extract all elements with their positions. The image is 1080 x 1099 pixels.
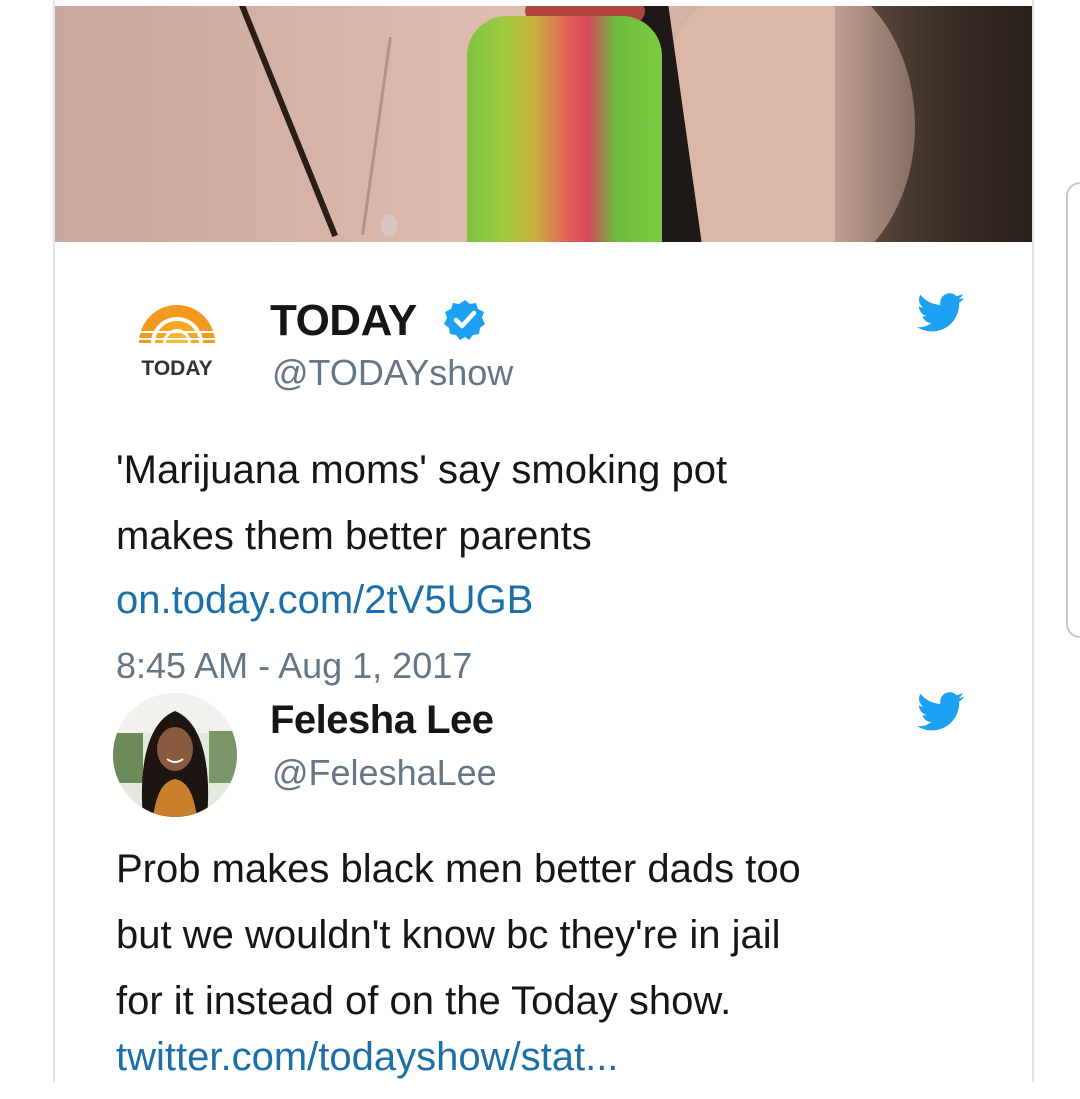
verified-badge-icon [444,300,485,340]
screenshot-page: TODAY TODAY @TODAYshow 'Marijuana moms' … [0,0,1080,1099]
photo-rainbow-bong [467,16,662,242]
tweet-link[interactable]: twitter.com/todayshow/stat... [116,1035,618,1080]
tweet-author-name[interactable]: TODAY [270,296,417,346]
photo-pendant [381,214,397,236]
tweet-text-line: makes them better parents [116,514,592,558]
tweet-body: Prob makes black men better dads too but… [116,836,996,1034]
today-rainbow-icon [139,305,215,343]
tweet-text-line: for it instead of on the Today show. [116,979,732,1023]
tweet-body: 'Marijuana moms' say smoking pot makes t… [116,437,996,569]
tweet-timestamp[interactable]: 8:45 AM - Aug 1, 2017 [116,645,472,687]
tweet-text-line: Prob makes black men better dads too [116,847,801,891]
today-logo-avatar[interactable]: TODAY [122,295,232,385]
photo-necklace-cord [235,6,338,238]
photo-necklace-chain [361,36,392,236]
card-border-right [1032,0,1034,1082]
twitter-bird-icon[interactable] [917,293,965,333]
tweet-author-handle[interactable]: @FeleshaLee [272,752,497,794]
twitter-bird-icon[interactable] [917,692,965,732]
edge-panel-handle[interactable] [1066,182,1080,638]
avatar[interactable] [113,693,237,817]
today-logo-text: TODAY [141,357,212,380]
tweet-media-photo[interactable] [55,6,1032,242]
tweet-text-line: 'Marijuana moms' say smoking pot [116,448,728,492]
tweet-author-name[interactable]: Felesha Lee [270,698,494,743]
tweet-author-handle[interactable]: @TODAYshow [272,352,513,394]
tweet-text-line: but we wouldn't know bc they're in jail [116,913,781,957]
photo-background [835,6,1032,242]
avatar-photo [113,693,237,817]
tweet-link[interactable]: on.today.com/2tV5UGB [116,578,533,623]
